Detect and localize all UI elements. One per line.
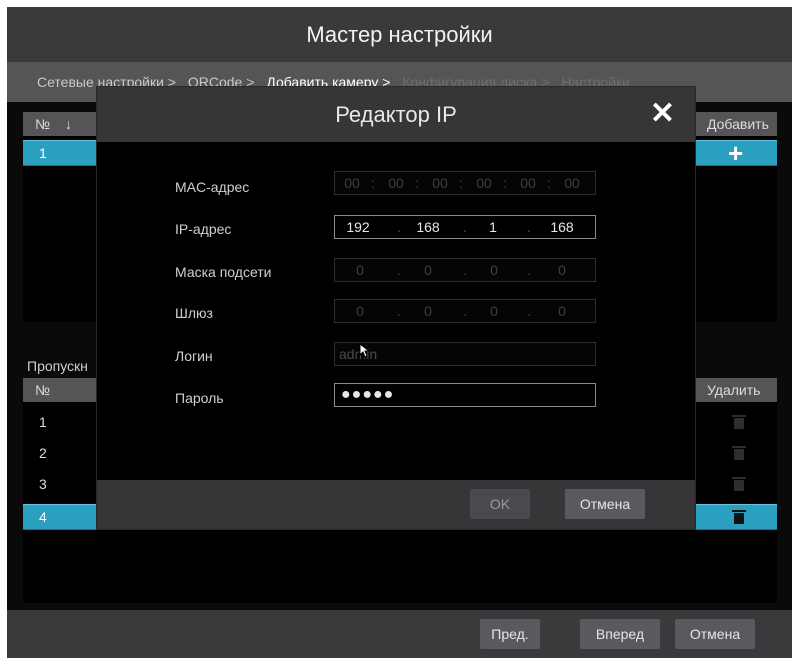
mask-label: Маска подсети [175,264,272,280]
wizard-window: Мастер настройки Сетевые настройки > QRC… [7,7,792,658]
row-num: 1 [39,145,47,161]
dialog-footer: OK Отмена [97,480,695,529]
trash-icon[interactable] [732,415,746,429]
col-num: № [35,382,51,398]
row-num: 2 [39,445,47,461]
mac-field: 00 : 00 : 00 : 00 : 00 : 00 [334,171,596,195]
password-value[interactable]: ●●●●● [341,384,394,406]
footer-bar: Пред. Вперед Отмена [7,610,792,658]
row-num: 4 [39,509,47,525]
password-field[interactable]: ●●●●● [334,383,596,407]
next-button[interactable]: Вперед [580,619,660,649]
ip-address-field[interactable]: 192 . 168 . 1 . 168 [334,215,596,239]
dialog-title: Редактор IP [97,87,695,142]
mouse-cursor-icon [359,343,371,358]
row-num: 1 [39,414,47,430]
cancel-button[interactable]: Отмена [675,619,755,649]
dialog-cancel-button[interactable]: Отмена [565,489,645,519]
section-label: Пропускн [27,358,88,374]
login-field: admin [334,342,596,366]
login-label: Логин [175,348,213,364]
col-add: Добавить [707,116,769,132]
password-label: Пароль [175,390,224,406]
trash-icon[interactable] [732,477,746,491]
gateway-label: Шлюз [175,305,213,321]
trash-icon[interactable] [732,446,746,460]
plus-icon[interactable]: + [728,140,743,166]
col-delete: Удалить [707,382,761,398]
trash-icon[interactable] [732,510,746,524]
close-icon[interactable]: ✕ [650,97,675,131]
window-title: Мастер настройки [7,7,792,62]
col-num: № [35,116,51,132]
gateway-field: 0 . 0 . 0 . 0 [334,299,596,323]
prev-button[interactable]: Пред. [480,619,540,649]
ip-label: IP-адрес [175,221,232,237]
row-num: 3 [39,476,47,492]
ok-button[interactable]: OK [470,489,530,519]
subnet-mask-field: 0 . 0 . 0 . 0 [334,258,596,282]
mac-label: MAC-адрес [175,179,250,195]
ip-editor-dialog: Редактор IP ✕ MAC-адрес 00 : 00 : 00 : 0… [97,87,695,529]
sort-down-icon[interactable]: ↓ [65,112,72,136]
